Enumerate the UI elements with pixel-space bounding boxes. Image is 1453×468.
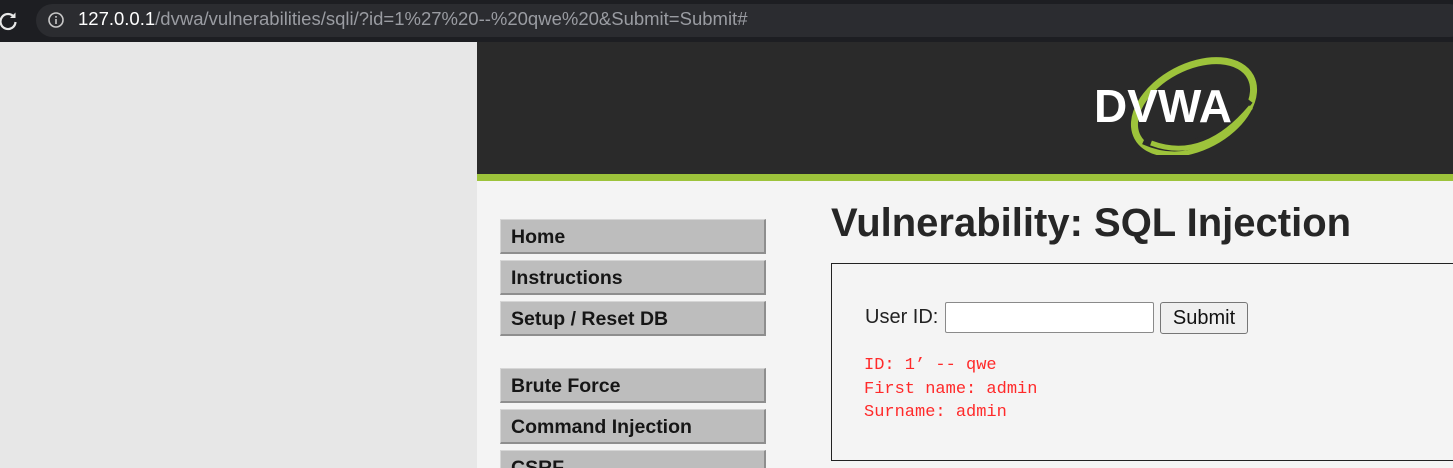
svg-text:DVWA: DVWA: [1094, 80, 1232, 132]
query-result: ID: 1’ -- qwe First name: admin Surname: a…: [864, 354, 1037, 425]
dvwa-header: DVWA: [477, 42, 1453, 174]
menu-item-instructions[interactable]: Instructions: [500, 260, 766, 295]
submit-button[interactable]: Submit: [1160, 302, 1248, 334]
result-surname-line: Surname: admin: [864, 403, 1007, 422]
result-id-line: ID: 1’ -- qwe: [864, 356, 997, 375]
url-path: /dvwa/vulnerabilities/sqli/?id=1%27%20--…: [155, 8, 748, 29]
menu-item-label: Setup / Reset DB: [511, 308, 669, 330]
user-id-label: User ID:: [865, 306, 939, 328]
page-title: Vulnerability: SQL Injection: [831, 201, 1352, 245]
menu-item-csrf[interactable]: CSRF: [500, 450, 766, 468]
reload-icon[interactable]: [0, 9, 20, 33]
menu-item-home[interactable]: Home: [500, 219, 766, 254]
menu-item-brute-force[interactable]: Brute Force: [500, 368, 766, 403]
header-accent-bar: [477, 174, 1453, 181]
menu-item-setup-reset-db[interactable]: Setup / Reset DB: [500, 301, 766, 336]
dvwa-logo: DVWA: [1094, 57, 1258, 155]
page-left-margin: [0, 42, 477, 468]
menu-item-command-injection[interactable]: Command Injection: [500, 409, 766, 444]
browser-toolbar: 127.0.0.1/dvwa/vulnerabilities/sqli/?id=…: [0, 0, 1453, 42]
menu-item-label: Command Injection: [511, 416, 692, 438]
menu-item-label: Home: [511, 226, 566, 248]
vulnerable-code-area: User ID: Submit ID: 1’ -- qwe First name:…: [831, 263, 1453, 461]
menu-item-label: CSRF: [511, 457, 565, 468]
user-id-input[interactable]: [945, 302, 1154, 333]
site-info-icon[interactable]: [47, 11, 65, 29]
dvwa-page: DVWA Home Instructions Setup / Reset DB …: [477, 42, 1453, 468]
url-text[interactable]: 127.0.0.1/dvwa/vulnerabilities/sqli/?id=…: [78, 8, 747, 30]
menu-item-label: Brute Force: [511, 375, 621, 397]
url-host: 127.0.0.1: [78, 8, 156, 29]
result-first-name-line: First name: admin: [864, 379, 1038, 399]
menu-item-label: Instructions: [511, 267, 623, 289]
